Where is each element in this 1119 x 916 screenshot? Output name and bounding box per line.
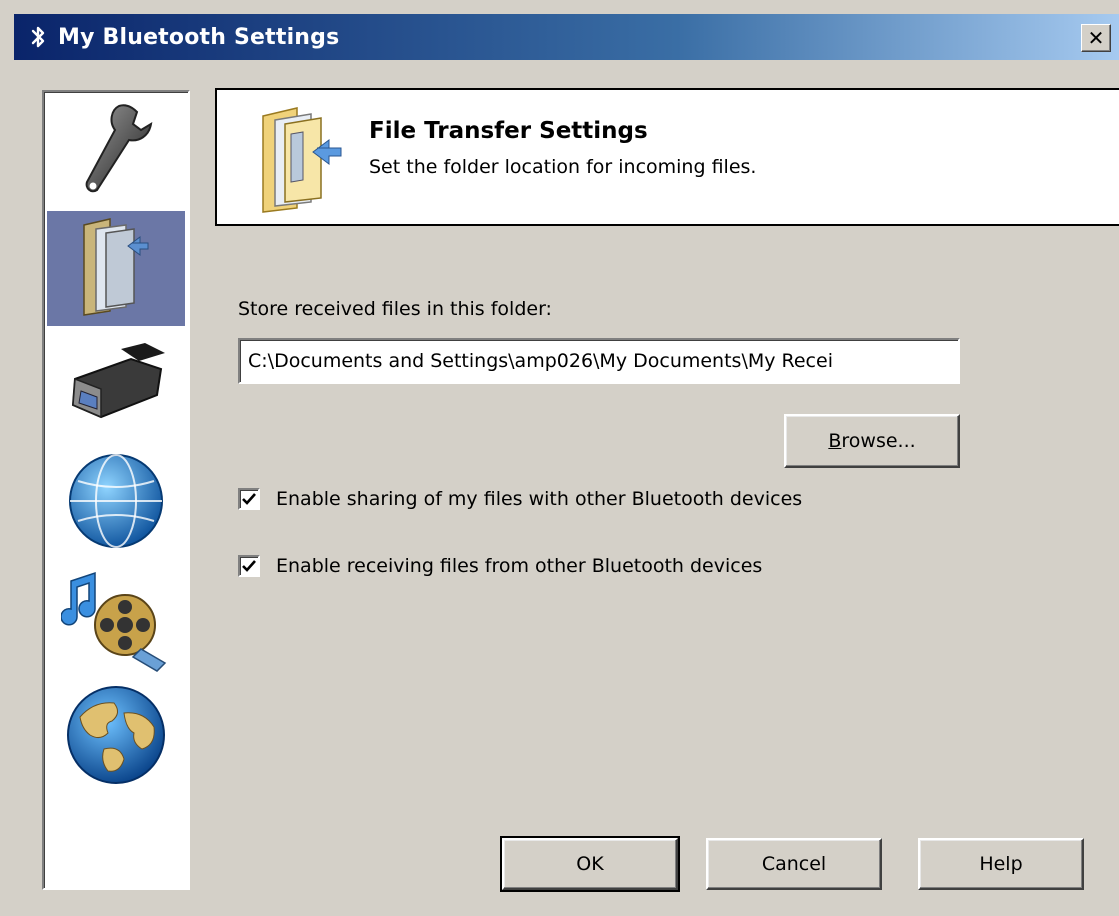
folder-transfer-icon <box>76 215 156 323</box>
title-bar[interactable]: My Bluetooth Settings ✕ <box>14 14 1119 60</box>
sidebar-item-general[interactable] <box>47 94 185 209</box>
close-icon: ✕ <box>1087 26 1105 50</box>
network-globe-icon <box>66 451 166 555</box>
folder-path-input[interactable] <box>238 338 960 384</box>
window-title: My Bluetooth Settings <box>58 24 340 50</box>
ok-button[interactable]: OK <box>500 836 680 892</box>
bluetooth-settings-window: My Bluetooth Settings ✕ File Transfer Se… <box>0 0 1119 916</box>
page-subtitle: Set the folder location for incoming fil… <box>369 156 757 178</box>
serial-port-icon <box>61 339 171 433</box>
browse-button[interactable]: Browse... <box>784 414 960 468</box>
browse-mnemonic: B <box>828 430 842 452</box>
page-header: File Transfer Settings Set the folder lo… <box>215 88 1119 226</box>
wrench-icon <box>71 100 161 204</box>
close-button[interactable]: ✕ <box>1081 24 1111 52</box>
multimedia-icon <box>60 563 171 677</box>
world-globe-icon <box>64 683 168 791</box>
receiving-checkbox[interactable] <box>238 555 260 577</box>
folder-transfer-icon <box>257 104 347 214</box>
sidebar-item-network[interactable] <box>47 445 185 560</box>
sharing-checkbox-row[interactable]: Enable sharing of my files with other Bl… <box>238 488 802 510</box>
cancel-button[interactable]: Cancel <box>706 838 882 890</box>
browse-label: rowse... <box>841 430 916 452</box>
checkmark-icon <box>242 493 256 505</box>
folder-label: Store received files in this folder: <box>238 298 552 320</box>
sidebar-item-internet[interactable] <box>47 679 185 794</box>
receiving-checkbox-row[interactable]: Enable receiving files from other Blueto… <box>238 555 762 577</box>
bluetooth-icon <box>24 20 52 54</box>
settings-sidebar <box>42 90 190 890</box>
sidebar-item-multimedia[interactable] <box>47 562 185 677</box>
checkmark-icon <box>242 560 256 572</box>
sharing-checkbox-label: Enable sharing of my files with other Bl… <box>276 488 803 510</box>
sharing-checkbox[interactable] <box>238 488 260 510</box>
sidebar-item-file-transfer[interactable] <box>47 211 185 326</box>
help-button[interactable]: Help <box>918 838 1084 890</box>
receiving-checkbox-label: Enable receiving files from other Blueto… <box>276 555 763 577</box>
sidebar-item-serial-port[interactable] <box>47 328 185 443</box>
page-title: File Transfer Settings <box>369 118 648 144</box>
